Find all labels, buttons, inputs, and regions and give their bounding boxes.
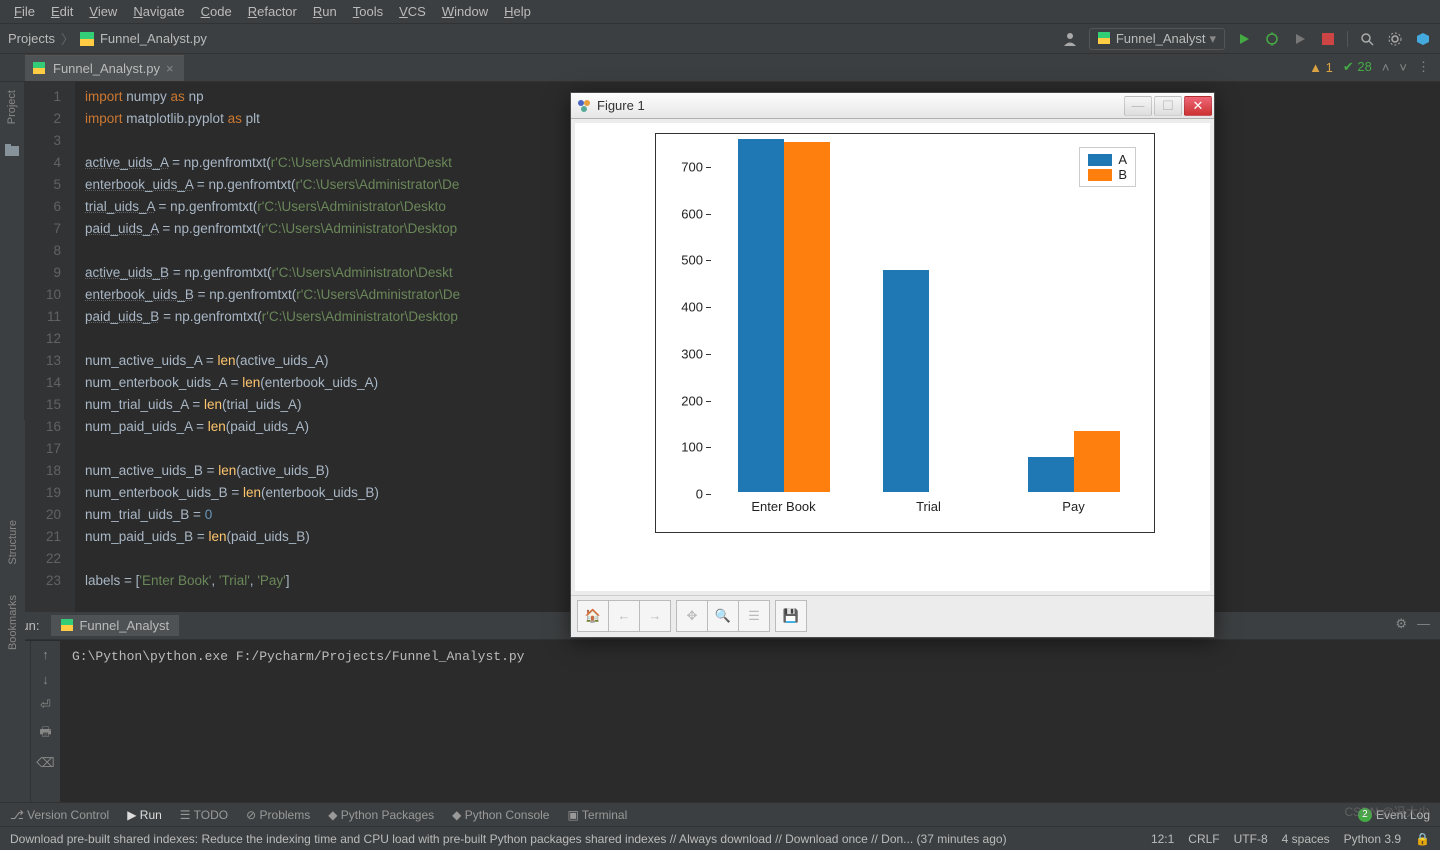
up-icon[interactable]: ↑: [42, 647, 49, 662]
run-panel: Run: Funnel_Analyst ⚙ — 🔧 ⊟ 📌 ↑ ↓ ⏎ 🖶 ⌫ …: [0, 612, 1440, 802]
coverage-button[interactable]: [1291, 30, 1309, 48]
sidebar-tab-structure[interactable]: Structure: [7, 520, 19, 565]
cursor-position: 12:1: [1151, 832, 1174, 846]
gear-icon[interactable]: ⚙: [1395, 616, 1407, 632]
menu-file[interactable]: File: [6, 4, 43, 19]
configure-icon[interactable]: ☰: [738, 600, 770, 632]
menu-help[interactable]: Help: [496, 4, 539, 19]
menu-bar: FileEditViewNavigateCodeRefactorRunTools…: [0, 0, 1440, 24]
tool-window-python-console[interactable]: ◆ Python Console: [452, 808, 549, 822]
legend: AB: [1079, 147, 1136, 187]
python-file-icon: [80, 32, 94, 46]
indent[interactable]: 4 spaces: [1282, 832, 1330, 846]
menu-code[interactable]: Code: [193, 4, 240, 19]
tool-window-run[interactable]: ▶ Run: [127, 808, 162, 822]
figure-window: Figure 1 — ☐ ✕ 0100200300400500600700Ent…: [570, 92, 1215, 638]
console-output[interactable]: G:\Python\python.exe F:/Pycharm/Projects…: [60, 641, 1440, 802]
run-button[interactable]: [1235, 30, 1253, 48]
bar-B-Pay: [1074, 431, 1120, 492]
encoding[interactable]: UTF-8: [1234, 832, 1268, 846]
breadcrumb-root[interactable]: Projects: [8, 31, 55, 46]
lock-icon[interactable]: 🔒: [1415, 832, 1430, 846]
more-icon[interactable]: ⋮: [1417, 59, 1430, 75]
tool-window-todo[interactable]: ☰ TODO: [180, 808, 228, 822]
menu-navigate[interactable]: Navigate: [125, 4, 192, 19]
tool-window-terminal[interactable]: ▣ Terminal: [567, 808, 627, 822]
menu-view[interactable]: View: [81, 4, 125, 19]
figure-canvas: 0100200300400500600700Enter BookTrialPay…: [575, 123, 1210, 591]
gear-icon[interactable]: [1386, 30, 1404, 48]
menu-edit[interactable]: Edit: [43, 4, 81, 19]
bar-A-Pay: [1028, 457, 1074, 492]
hex-icon[interactable]: [1414, 30, 1432, 48]
folder-icon[interactable]: [5, 144, 19, 156]
plot-area: 0100200300400500600700Enter BookTrialPay…: [655, 133, 1155, 533]
wrap-icon[interactable]: ⏎: [40, 697, 51, 713]
figure-app-icon: [577, 99, 591, 113]
trash-icon[interactable]: ⌫: [36, 755, 54, 771]
line-separator[interactable]: CRLF: [1188, 832, 1219, 846]
menu-vcs[interactable]: VCS: [391, 4, 434, 19]
pan-icon[interactable]: ✥: [676, 600, 708, 632]
sidebar-tab-project[interactable]: Project: [6, 90, 18, 124]
home-icon[interactable]: 🏠: [577, 600, 609, 632]
tool-window-bar: ⎇ Version Control ▶ Run ☰ TODO ⊘ Problems ◆ …: [0, 802, 1440, 826]
down-icon[interactable]: ↓: [42, 672, 49, 687]
tool-window-python-packages[interactable]: ◆ Python Packages: [328, 808, 434, 822]
minimize-icon[interactable]: —: [1417, 616, 1430, 632]
status-bar: Download pre-built shared indexes: Reduc…: [0, 826, 1440, 850]
back-icon[interactable]: ←: [608, 600, 640, 632]
menu-window[interactable]: Window: [434, 4, 496, 19]
menu-refactor[interactable]: Refactor: [240, 4, 305, 19]
menu-tools[interactable]: Tools: [345, 4, 391, 19]
chevron-down-icon[interactable]: ˅: [1399, 60, 1407, 75]
python-file-icon: [1098, 32, 1112, 46]
editor-tabs: Funnel_Analyst.py × ▲ 1 ✔ 28 ˄ ˅ ⋮: [0, 54, 1440, 82]
run-panel-tab[interactable]: Funnel_Analyst: [51, 615, 179, 636]
zoom-icon[interactable]: 🔍: [707, 600, 739, 632]
window-minimize-button[interactable]: —: [1124, 96, 1152, 116]
check-badge[interactable]: ✔ 28: [1343, 59, 1372, 75]
figure-title: Figure 1: [597, 98, 645, 113]
sidebar-tab-bookmarks[interactable]: Bookmarks: [7, 595, 19, 650]
editor-tab[interactable]: Funnel_Analyst.py ×: [25, 55, 184, 81]
bar-A-Trial: [883, 270, 929, 492]
figure-toolbar: 🏠 ← → ✥ 🔍 ☰ 💾: [571, 595, 1214, 635]
chevron-up-icon[interactable]: ˄: [1382, 60, 1390, 75]
save-icon[interactable]: 💾: [775, 600, 807, 632]
watermark: CSDN @冯大少: [1344, 803, 1430, 820]
debug-button[interactable]: [1263, 30, 1281, 48]
close-icon[interactable]: ×: [166, 61, 174, 76]
window-maximize-button[interactable]: ☐: [1154, 96, 1182, 116]
search-icon[interactable]: [1358, 30, 1376, 48]
stop-button[interactable]: [1319, 30, 1337, 48]
python-file-icon: [33, 62, 47, 76]
tool-window-problems[interactable]: ⊘ Problems: [246, 808, 310, 822]
warning-badge[interactable]: ▲ 1: [1309, 60, 1333, 75]
print-icon[interactable]: 🖶: [39, 723, 51, 745]
window-close-button[interactable]: ✕: [1184, 96, 1212, 116]
figure-titlebar[interactable]: Figure 1 — ☐ ✕: [571, 93, 1214, 119]
breadcrumb-file[interactable]: Funnel_Analyst.py: [100, 31, 207, 46]
nav-bar: Projects 〉 Funnel_Analyst.py Funnel_Anal…: [0, 24, 1440, 54]
run-config-selector[interactable]: Funnel_Analyst ▾: [1089, 28, 1225, 50]
status-message[interactable]: Download pre-built shared indexes: Reduc…: [10, 832, 1007, 846]
tab-label: Funnel_Analyst.py: [53, 61, 160, 76]
interpreter[interactable]: Python 3.9: [1344, 832, 1401, 846]
bar-B-Enter-Book: [784, 142, 830, 492]
tool-window-version-control[interactable]: ⎇ Version Control: [10, 808, 109, 822]
forward-icon[interactable]: →: [639, 600, 671, 632]
user-icon[interactable]: [1061, 30, 1079, 48]
python-file-icon: [61, 619, 75, 633]
run-config-label: Funnel_Analyst: [1116, 31, 1206, 46]
menu-run[interactable]: Run: [305, 4, 345, 19]
bar-A-Enter-Book: [738, 139, 784, 492]
